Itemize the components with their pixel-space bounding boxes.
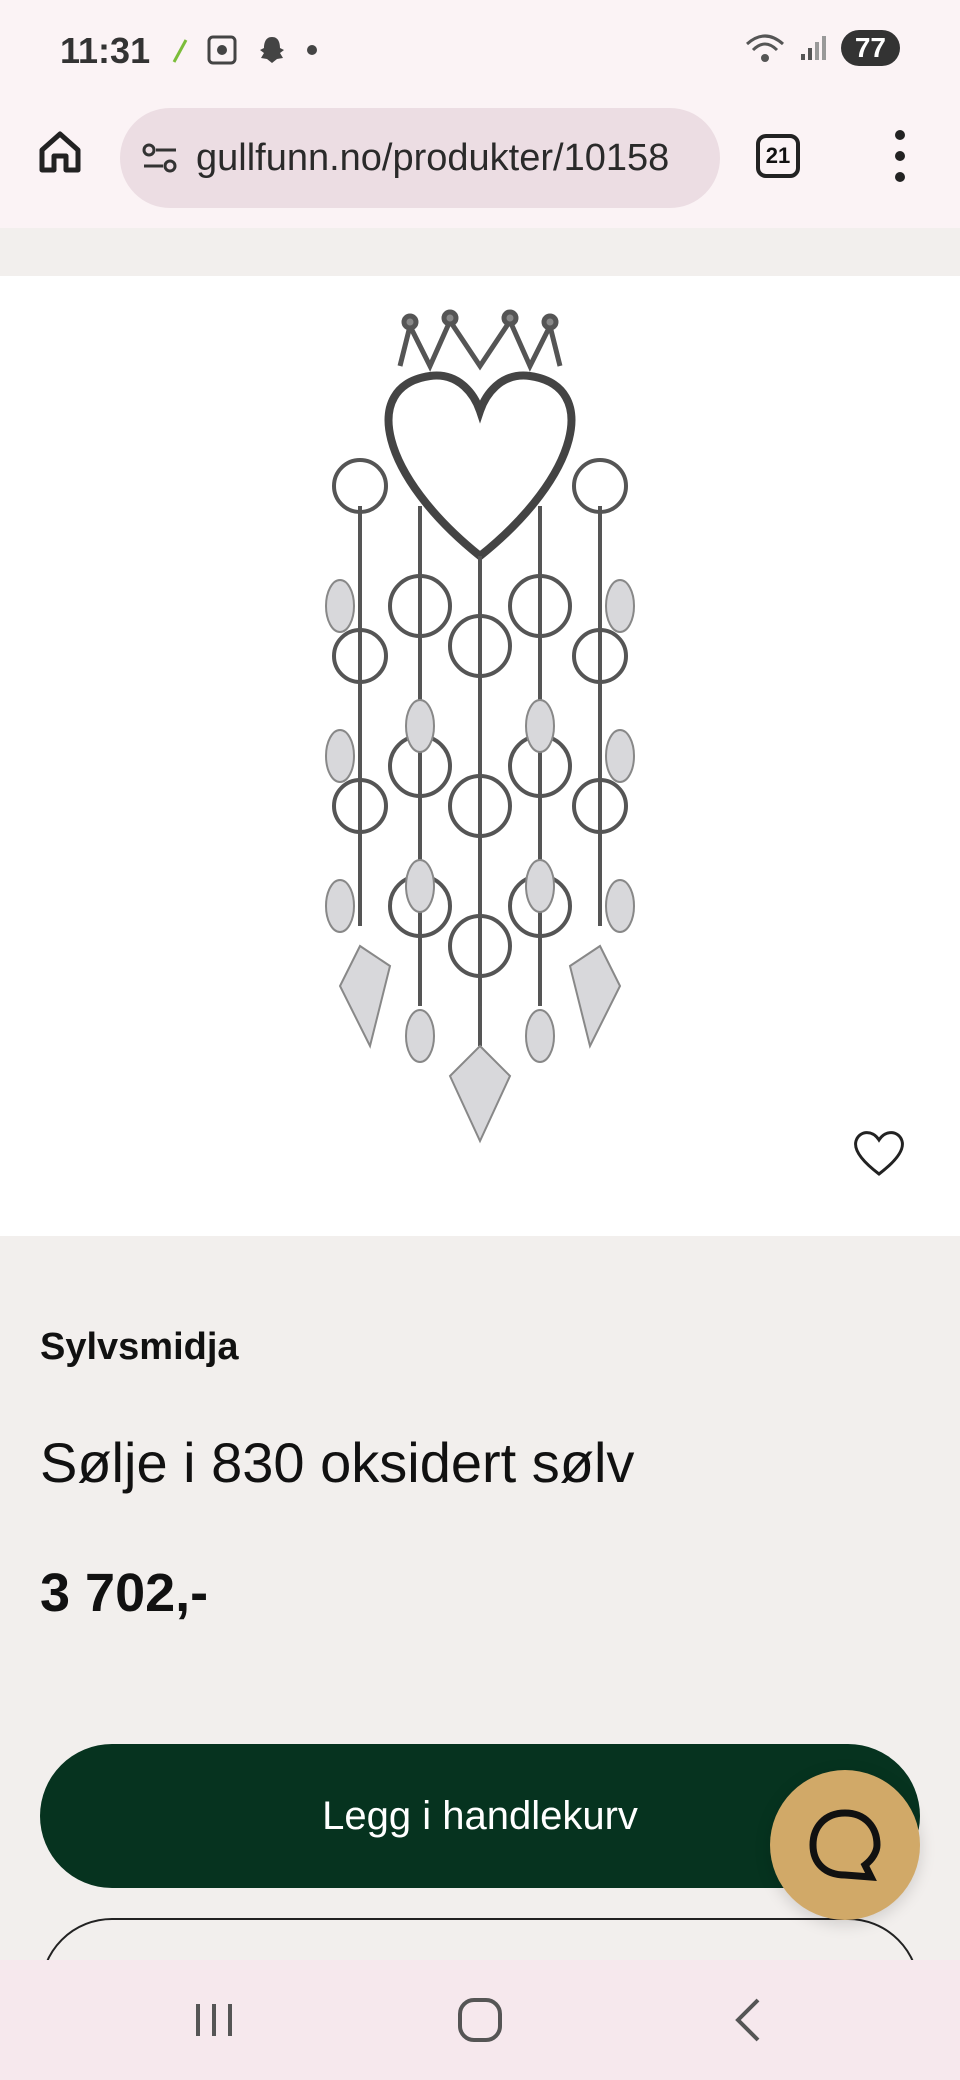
signal-icon <box>800 36 826 60</box>
browser-toolbar: gullfunn.no/produkter/10158 21 <box>0 108 960 229</box>
screenshot-icon <box>207 35 237 65</box>
product-image <box>325 309 635 1144</box>
system-nav-bar <box>0 1960 960 2080</box>
back-icon[interactable] <box>720 1992 780 2048</box>
url-text: gullfunn.no/produkter/10158 <box>196 136 670 179</box>
status-time: 11:31 <box>60 30 151 71</box>
address-bar[interactable]: gullfunn.no/produkter/10158 <box>120 108 720 208</box>
snapchat-icon <box>260 37 284 63</box>
breadcrumb <box>0 228 960 276</box>
tab-switcher-button[interactable]: 21 <box>756 134 800 178</box>
battery-indicator: 77 <box>840 30 900 66</box>
system-icons: 77 <box>745 30 900 66</box>
heart-icon[interactable] <box>852 1128 906 1178</box>
chat-button[interactable] <box>770 1770 920 1920</box>
chat-icon <box>809 1809 881 1881</box>
tune-icon[interactable] <box>140 138 180 178</box>
product-price: 3 702,- <box>40 1563 209 1623</box>
product-title: Sølje i 830 oksidert sølv <box>40 1431 635 1494</box>
status-bar: 11:31 77 <box>0 0 960 108</box>
home-icon[interactable] <box>36 128 84 176</box>
recents-icon[interactable] <box>184 1992 244 2048</box>
more-vert-icon[interactable] <box>882 130 918 182</box>
product-brand[interactable]: Sylvsmidja <box>40 1326 239 1369</box>
notification-icons <box>172 34 318 66</box>
wifi-icon <box>745 34 784 62</box>
leaf-icon <box>172 39 188 63</box>
home-circle-icon[interactable] <box>450 1992 510 2048</box>
product-image-gallery[interactable] <box>0 276 960 1236</box>
dot-icon <box>307 45 317 55</box>
